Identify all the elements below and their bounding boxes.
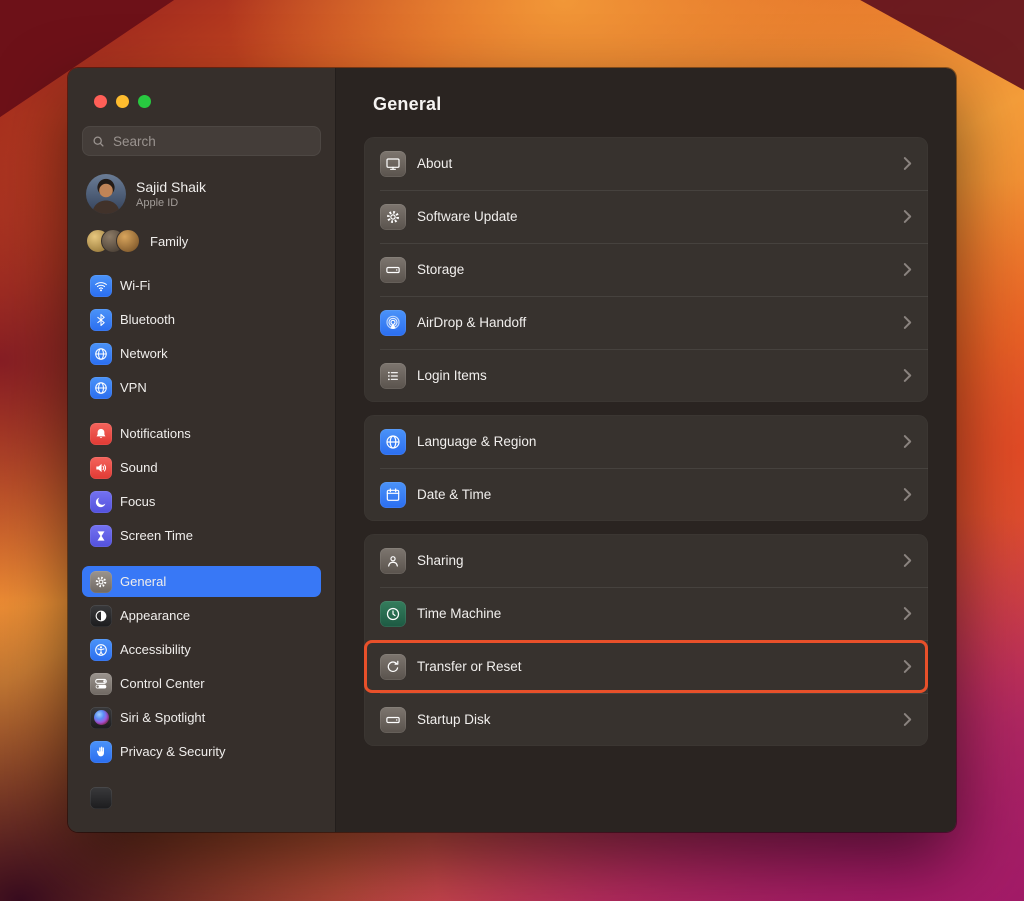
- network-globe-icon: [90, 343, 112, 365]
- sidebar-item-network[interactable]: Network: [82, 338, 321, 369]
- sidebar-nav: Wi-Fi Bluetooth: [82, 270, 321, 813]
- chevron-right-icon: [903, 368, 912, 383]
- partial-icon: [90, 787, 112, 809]
- sound-speaker-icon: [90, 457, 112, 479]
- search-icon: [92, 135, 105, 148]
- sidebar-item-sound[interactable]: Sound: [82, 452, 321, 483]
- main-pane: General About: [336, 68, 956, 832]
- chevron-right-icon: [903, 712, 912, 727]
- chevron-right-icon: [903, 487, 912, 502]
- language-globe-icon: [380, 429, 406, 455]
- settings-row-software-update[interactable]: Software Update: [364, 190, 928, 243]
- sidebar-item-bluetooth[interactable]: Bluetooth: [82, 304, 321, 335]
- settings-card-system: About Software Update: [364, 137, 928, 402]
- settings-row-language-region[interactable]: Language & Region: [364, 415, 928, 468]
- focus-moon-icon: [90, 491, 112, 513]
- sidebar-item-vpn[interactable]: VPN: [82, 372, 321, 403]
- system-settings-window: Sajid Shaik Apple ID Family: [68, 68, 956, 832]
- startup-disk-drive-icon: [380, 707, 406, 733]
- settings-row-date-time[interactable]: Date & Time: [364, 468, 928, 521]
- minimize-button[interactable]: [116, 95, 129, 108]
- window-controls: [94, 95, 151, 108]
- apple-id-row[interactable]: Sajid Shaik Apple ID: [86, 174, 321, 214]
- about-display-icon: [380, 151, 406, 177]
- sidebar-item-siri-spotlight[interactable]: Siri & Spotlight: [82, 702, 321, 733]
- settings-row-storage[interactable]: Storage: [364, 243, 928, 296]
- family-avatars-icon: [86, 229, 140, 253]
- sidebar: Sajid Shaik Apple ID Family: [68, 68, 336, 832]
- control-center-toggles-icon: [90, 673, 112, 695]
- chevron-right-icon: [903, 606, 912, 621]
- wifi-icon: [90, 275, 112, 297]
- storage-drive-icon: [380, 257, 406, 283]
- search-input[interactable]: [111, 133, 311, 150]
- sidebar-item-screen-time[interactable]: Screen Time: [82, 520, 321, 551]
- sidebar-item-partial[interactable]: [82, 782, 321, 813]
- sidebar-item-general[interactable]: General: [82, 566, 321, 597]
- chevron-right-icon: [903, 156, 912, 171]
- transfer-reset-icon: [380, 654, 406, 680]
- chevron-right-icon: [903, 553, 912, 568]
- chevron-right-icon: [903, 434, 912, 449]
- sidebar-item-accessibility[interactable]: Accessibility: [82, 634, 321, 665]
- settings-row-airdrop-handoff[interactable]: AirDrop & Handoff: [364, 296, 928, 349]
- software-update-gear-icon: [380, 204, 406, 230]
- siri-orb-icon: [90, 707, 112, 729]
- page-title: General: [336, 68, 956, 115]
- family-label: Family: [150, 234, 188, 249]
- apple-id-subtitle: Apple ID: [136, 197, 206, 209]
- accessibility-person-icon: [90, 639, 112, 661]
- search-field[interactable]: [82, 126, 321, 156]
- screen-time-hourglass-icon: [90, 525, 112, 547]
- settings-row-transfer-or-reset[interactable]: Transfer or Reset: [364, 640, 928, 693]
- bluetooth-icon: [90, 309, 112, 331]
- vpn-globe-icon: [90, 377, 112, 399]
- settings-row-sharing[interactable]: Sharing: [364, 534, 928, 587]
- chevron-right-icon: [903, 315, 912, 330]
- general-gear-icon: [90, 571, 112, 593]
- zoom-button[interactable]: [138, 95, 151, 108]
- sharing-person-icon: [380, 548, 406, 574]
- sidebar-item-focus[interactable]: Focus: [82, 486, 321, 517]
- chevron-right-icon: [903, 262, 912, 277]
- avatar: [86, 174, 126, 214]
- notifications-bell-icon: [90, 423, 112, 445]
- airdrop-icon: [380, 310, 406, 336]
- chevron-right-icon: [903, 209, 912, 224]
- settings-row-about[interactable]: About: [364, 137, 928, 190]
- settings-card-locale: Language & Region Date & Time: [364, 415, 928, 521]
- time-machine-icon: [380, 601, 406, 627]
- sidebar-item-wifi[interactable]: Wi-Fi: [82, 270, 321, 301]
- settings-row-startup-disk[interactable]: Startup Disk: [364, 693, 928, 746]
- appearance-icon: [90, 605, 112, 627]
- date-time-calendar-icon: [380, 482, 406, 508]
- privacy-hand-icon: [90, 741, 112, 763]
- sidebar-item-notifications[interactable]: Notifications: [82, 418, 321, 449]
- settings-row-login-items[interactable]: Login Items: [364, 349, 928, 402]
- settings-card-maintenance: Sharing Time Machine: [364, 534, 928, 746]
- sidebar-item-privacy-security[interactable]: Privacy & Security: [82, 736, 321, 767]
- sidebar-item-control-center[interactable]: Control Center: [82, 668, 321, 699]
- apple-id-name: Sajid Shaik: [136, 179, 206, 195]
- sidebar-item-appearance[interactable]: Appearance: [82, 600, 321, 631]
- chevron-right-icon: [903, 659, 912, 674]
- settings-row-time-machine[interactable]: Time Machine: [364, 587, 928, 640]
- close-button[interactable]: [94, 95, 107, 108]
- login-items-list-icon: [380, 363, 406, 389]
- family-row[interactable]: Family: [86, 226, 321, 256]
